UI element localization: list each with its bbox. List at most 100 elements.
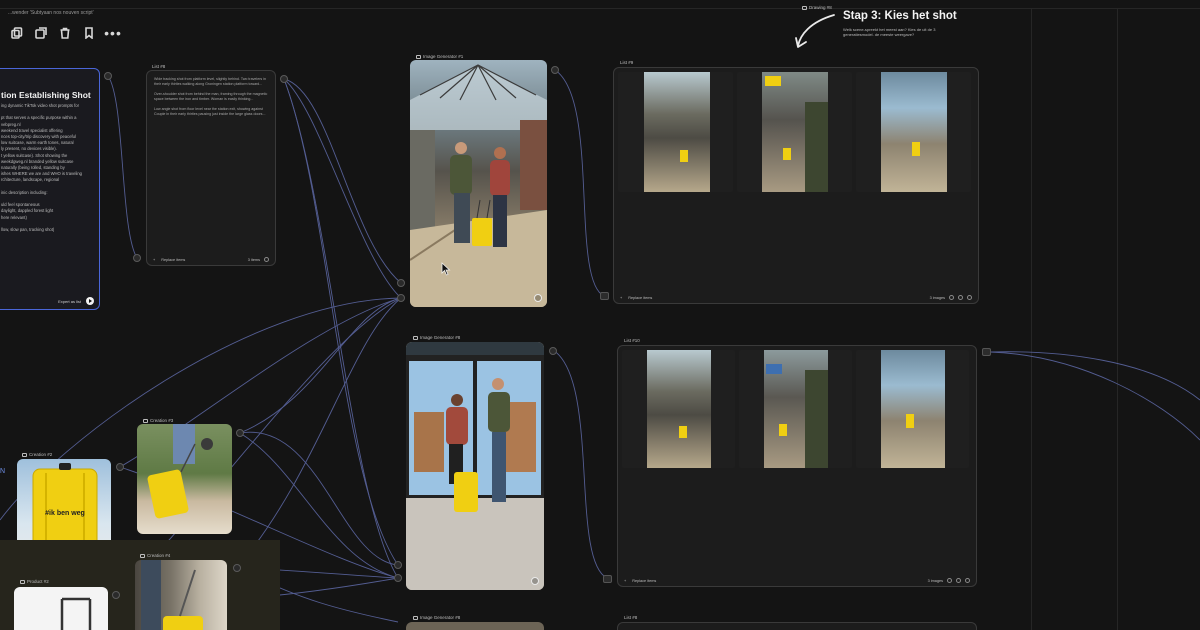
platform-thumbnail — [644, 72, 710, 192]
output-port[interactable] — [549, 347, 557, 355]
list-8-text: Wide tracking shot from platform level, … — [154, 77, 268, 116]
man-thumbnail — [805, 370, 828, 468]
canvas-top-border — [0, 8, 1200, 9]
image-generator-3-node[interactable] — [406, 622, 544, 630]
departure-board-thumbnail — [765, 76, 781, 86]
creation-2-label: Creation #2 — [22, 452, 52, 457]
regenerate-icon[interactable] — [534, 294, 542, 302]
list-9-node[interactable]: + Replace items 3 images — [613, 67, 979, 304]
list-10-item[interactable] — [856, 350, 969, 468]
bookmark-icon[interactable] — [82, 26, 96, 40]
image-generator-3-label: Image Generator #8 — [413, 615, 460, 620]
output-port[interactable] — [104, 72, 112, 80]
list-bottom-node[interactable] — [617, 622, 977, 630]
trash-icon[interactable] — [58, 26, 72, 40]
list-10-item[interactable] — [622, 350, 735, 468]
settings-icon[interactable] — [947, 578, 952, 583]
prompt-node-title: tion Establishing Shot — [1, 90, 91, 100]
selection-edge: N — [0, 468, 6, 475]
output-port[interactable] — [551, 66, 559, 74]
input-port[interactable] — [600, 292, 609, 300]
output-port[interactable] — [982, 348, 991, 356]
image-generator-2-label: Image Generator #8 — [413, 335, 460, 340]
drawing-label: Drawing #8 — [802, 5, 832, 10]
input-port[interactable] — [397, 294, 405, 302]
list-10-node[interactable]: + Replace items 3 images — [617, 345, 977, 587]
copy-icon[interactable] — [10, 26, 24, 40]
creation-3-label: Creation #3 — [143, 418, 173, 423]
replace-items-button[interactable]: Replace items — [628, 296, 652, 300]
download-icon[interactable] — [956, 578, 961, 583]
list-10-item[interactable] — [739, 350, 852, 468]
product-2-node[interactable] — [14, 587, 108, 630]
output-port[interactable] — [233, 564, 241, 572]
image-count: 3 images — [927, 578, 943, 583]
product-2-label: Product #2 — [20, 579, 49, 584]
mouse-cursor-icon — [441, 262, 451, 276]
input-port[interactable] — [397, 279, 405, 287]
creation-4-label: Creation #4 — [140, 553, 170, 558]
image-count: 3 images — [929, 295, 945, 300]
platform-thumbnail — [647, 350, 711, 468]
column-divider — [1117, 8, 1118, 630]
input-port[interactable] — [394, 561, 402, 569]
replace-items-button[interactable]: Replace items — [161, 258, 185, 262]
man-thumbnail — [805, 102, 828, 192]
output-port[interactable] — [236, 429, 244, 437]
suitcase-thumbnail — [906, 414, 914, 428]
expert-as-list-button[interactable]: Expert as list — [58, 299, 81, 304]
list-9-item[interactable] — [618, 72, 733, 192]
step-title: Stap 3: Kies het shot — [843, 10, 957, 22]
download-icon[interactable] — [958, 295, 963, 300]
item-count: 3 items — [247, 257, 260, 262]
suitcase-park-image — [147, 424, 213, 519]
suitcase-thumbnail — [912, 142, 920, 156]
suitcase-thumbnail — [783, 148, 791, 160]
suitcase-thumbnail — [680, 150, 688, 162]
list-9-footer: + Replace items 3 images — [620, 295, 972, 300]
suitcase-brand-text: #ik ben weg — [45, 510, 85, 517]
step-subtitle: Welk scene-spreekt het meest aan? Kies d… — [843, 27, 936, 37]
add-icon[interactable]: + — [620, 296, 622, 300]
list-8-footer: + Replace items 3 items — [153, 257, 269, 262]
input-port[interactable] — [133, 254, 141, 262]
input-port[interactable] — [603, 575, 612, 583]
add-icon[interactable]: + — [624, 579, 626, 583]
suitcase-thumbnail — [779, 424, 787, 436]
suitcase-walking-image — [141, 560, 203, 630]
creation-4-node[interactable] — [135, 560, 227, 630]
creation-3-node[interactable] — [137, 424, 232, 534]
list-9-item[interactable] — [737, 72, 852, 192]
image-generator-1-node[interactable] — [410, 60, 547, 307]
prompt-node-body: ing dynamic TikTok video shot prompts fo… — [1, 103, 82, 233]
run-icon[interactable] — [86, 297, 94, 305]
input-port[interactable] — [394, 574, 402, 582]
list-8-label: List #8 — [152, 64, 166, 69]
duplicate-icon[interactable] — [34, 26, 48, 40]
suitcase-thumbnail — [679, 426, 687, 438]
image-generator-2-node[interactable] — [406, 342, 544, 590]
prompt-node[interactable]: tion Establishing Shot ing dynamic TikTo… — [0, 68, 100, 310]
settings-icon[interactable] — [949, 295, 954, 300]
settings-icon[interactable] — [264, 257, 269, 262]
more-icon[interactable]: ••• — [104, 26, 121, 40]
output-port[interactable] — [280, 75, 288, 83]
list-10-footer: + Replace items 3 images — [624, 578, 970, 583]
regenerate-icon[interactable] — [531, 577, 539, 585]
node-toolbar: ••• — [0, 20, 134, 46]
list-9-item[interactable] — [856, 72, 971, 192]
list-10-label: List #10 — [624, 338, 640, 343]
replace-items-button[interactable]: Replace items — [632, 579, 656, 583]
station-platform-image — [410, 64, 547, 307]
expand-icon[interactable] — [967, 295, 972, 300]
output-port[interactable] — [116, 463, 124, 471]
image-generator-1-label: Image Generator #1 — [416, 54, 463, 59]
expand-icon[interactable] — [965, 578, 970, 583]
exit-doors-thumbnail — [881, 350, 945, 468]
list-8-node[interactable]: Wide tracking shot from platform level, … — [146, 70, 276, 266]
output-port[interactable] — [112, 591, 120, 599]
station-exit-image — [406, 342, 544, 590]
list-9-label: List #9 — [620, 60, 634, 65]
add-icon[interactable]: + — [153, 258, 155, 262]
departure-board-thumbnail — [766, 364, 782, 374]
